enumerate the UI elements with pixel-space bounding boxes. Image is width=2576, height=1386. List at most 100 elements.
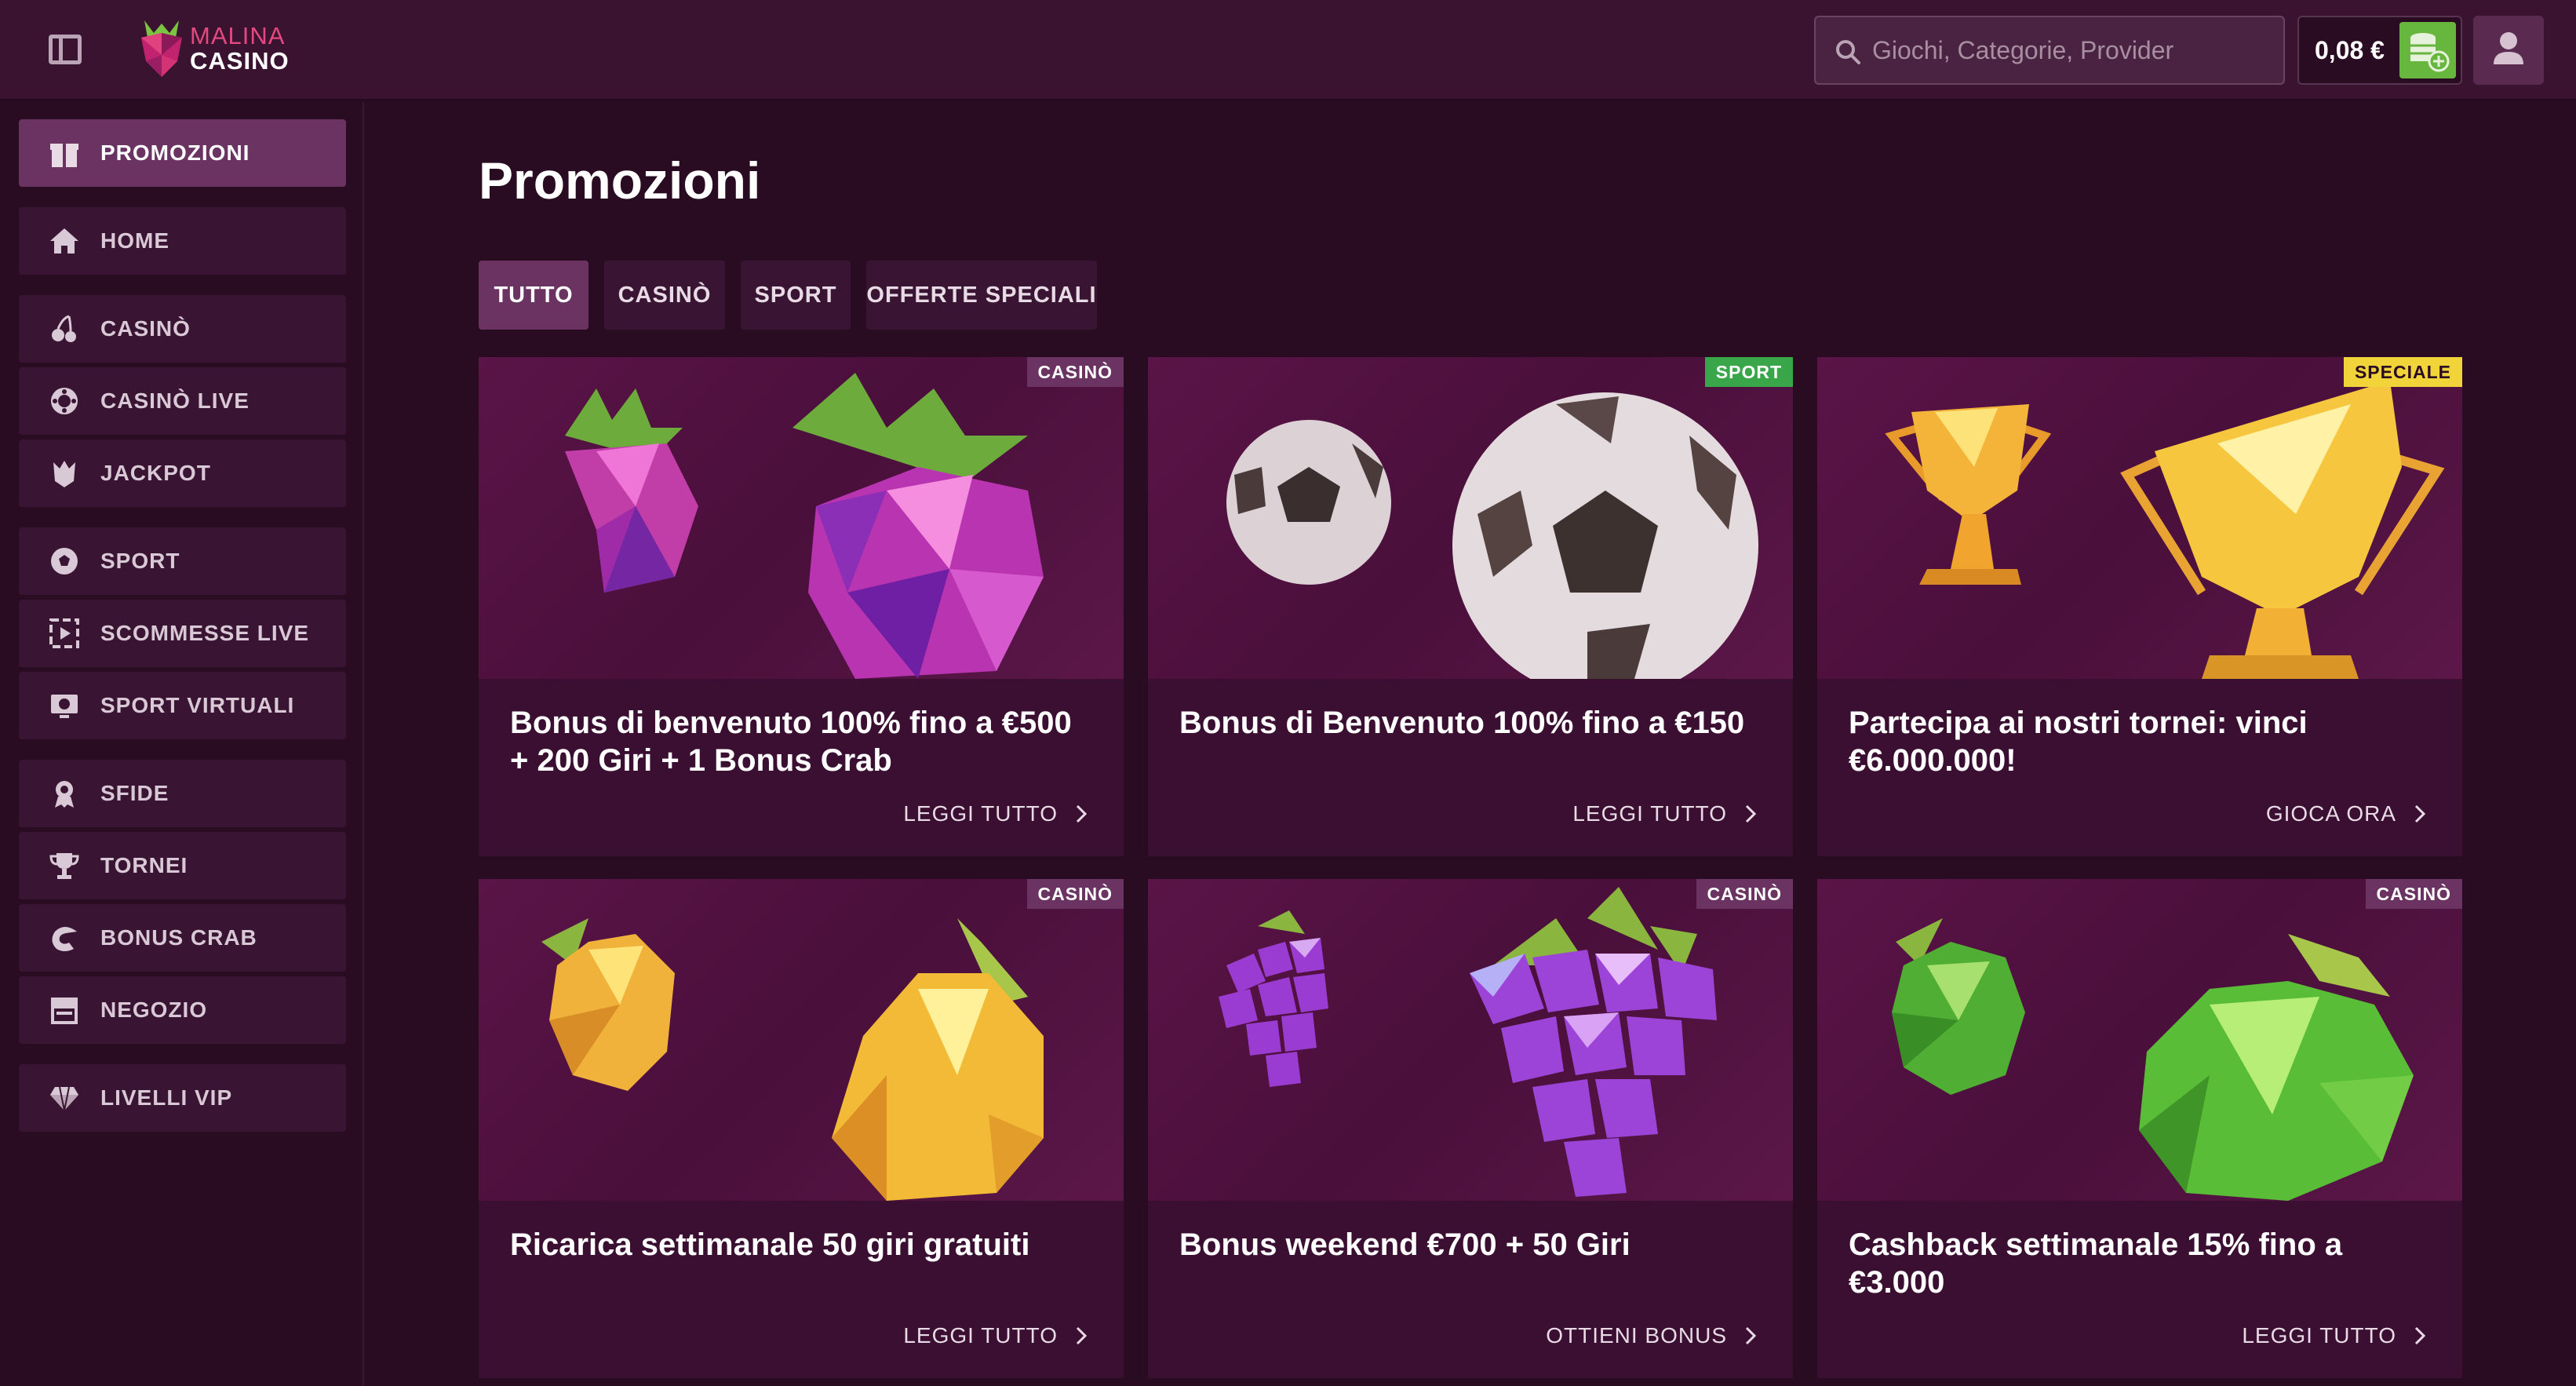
jackpot-icon bbox=[53, 461, 75, 487]
virtual-sports-icon bbox=[51, 695, 78, 718]
football-icon bbox=[1226, 392, 1758, 679]
sidebar-item-casino[interactable]: CASINÒ bbox=[19, 295, 346, 363]
promo-link[interactable]: LEGGI TUTTO bbox=[903, 1323, 1088, 1348]
promo-link[interactable]: LEGGI TUTTO bbox=[903, 801, 1088, 826]
promo-image: CASINÒ bbox=[479, 879, 1124, 1201]
chevron-right-icon bbox=[2414, 1326, 2426, 1345]
sidebar-item-casino-live[interactable]: CASINÒ LIVE bbox=[19, 367, 346, 435]
sidebar-item-livelli-vip[interactable]: LIVELLI VIP bbox=[19, 1064, 346, 1132]
logo-line1: MALINA bbox=[190, 22, 286, 49]
sidebar-item-label: SCOMMESSE LIVE bbox=[100, 621, 310, 645]
promo-link-label: LEGGI TUTTO bbox=[903, 1323, 1058, 1348]
promo-title: Bonus weekend €700 + 50 Giri bbox=[1179, 1227, 1630, 1262]
chip-icon bbox=[51, 388, 78, 414]
category-badge: CASINÒ bbox=[1026, 879, 1124, 909]
sidebar-item-sfide[interactable]: SFIDE bbox=[19, 760, 346, 827]
trophy-icon bbox=[49, 853, 79, 879]
promo-image: CASINÒ bbox=[1817, 879, 2462, 1201]
logo-text[interactable]: MALINA CASINO bbox=[190, 24, 290, 74]
promo-link[interactable]: LEGGI TUTTO bbox=[2242, 1323, 2426, 1348]
tab-tutto[interactable]: TUTTO bbox=[479, 261, 588, 330]
category-badge: CASINÒ bbox=[1026, 357, 1124, 387]
sidebar-item-home[interactable]: HOME bbox=[19, 207, 346, 275]
search-box[interactable] bbox=[1814, 16, 2285, 85]
diamond-icon bbox=[50, 1086, 78, 1111]
promo-card[interactable]: CASINÒ Ricarica settimanale 50 giri grat… bbox=[479, 879, 1124, 1378]
sidebar-item-label: BONUS CRAB bbox=[100, 925, 257, 950]
promo-image: CASINÒ bbox=[1148, 879, 1793, 1201]
category-badge: SPORT bbox=[1704, 357, 1793, 387]
sidebar-item-label: PROMOZIONI bbox=[100, 140, 250, 165]
balance-widget[interactable]: 0,08 € bbox=[2297, 16, 2462, 85]
sidebar-item-label: CASINÒ LIVE bbox=[100, 388, 250, 413]
sidebar-item-sport-virtuali[interactable]: SPORT VIRTUALI bbox=[19, 672, 346, 739]
promo-card[interactable]: SPORT Bonus di Benvenuto 100% fino a €15… bbox=[1148, 357, 1793, 856]
category-badge: CASINÒ bbox=[2365, 879, 2462, 909]
tab-offerte-speciali[interactable]: OFFERTE SPECIALI bbox=[866, 261, 1097, 330]
sidebar-toggle-icon[interactable] bbox=[49, 35, 82, 64]
chevron-right-icon bbox=[1076, 804, 1088, 823]
balance-value: 0,08 € bbox=[2315, 36, 2385, 64]
promo-link[interactable]: GIOCA ORA bbox=[2266, 801, 2426, 826]
chevron-right-icon bbox=[2414, 804, 2426, 823]
home-icon bbox=[50, 228, 78, 253]
promo-link[interactable]: OTTIENI BONUS bbox=[1546, 1323, 1757, 1348]
promo-link[interactable]: LEGGI TUTTO bbox=[1572, 801, 1757, 826]
top-bar: MALINA CASINO 0,08 € bbox=[0, 0, 2576, 100]
sidebar-item-label: NEGOZIO bbox=[100, 998, 208, 1022]
logo-line2: CASINO bbox=[190, 47, 290, 75]
user-icon bbox=[2494, 32, 2523, 64]
lemon-icon bbox=[541, 918, 1044, 1201]
sidebar-item-scommesse-live[interactable]: SCOMMESSE LIVE bbox=[19, 600, 346, 667]
search-icon bbox=[1836, 40, 1860, 64]
tab-casino[interactable]: CASINÒ bbox=[604, 261, 725, 330]
promo-card[interactable]: CASINÒ Bonus di benvenuto 100% fino a €5… bbox=[479, 357, 1124, 856]
promo-link-label: OTTIENI BONUS bbox=[1546, 1323, 1727, 1348]
crab-icon bbox=[52, 927, 77, 951]
sidebar-item-bonus-crab[interactable]: BONUS CRAB bbox=[19, 904, 346, 972]
chevron-right-icon bbox=[1076, 1326, 1088, 1345]
raspberry-logo-icon[interactable] bbox=[130, 19, 193, 78]
category-badge: SPECIALE bbox=[2343, 357, 2462, 387]
promo-link-label: LEGGI TUTTO bbox=[1572, 801, 1727, 826]
promo-title: Cashback settimanale 15% fino a €3.000 bbox=[1849, 1227, 2343, 1300]
user-account-button[interactable] bbox=[2473, 16, 2544, 85]
page-title: Promozioni bbox=[479, 151, 761, 210]
promo-link-label: LEGGI TUTTO bbox=[903, 801, 1058, 826]
sidebar-item-label: LIVELLI VIP bbox=[100, 1085, 233, 1110]
cherries-icon bbox=[52, 315, 76, 342]
promo-image: SPECIALE bbox=[1817, 357, 2462, 679]
promo-card[interactable]: CASINÒ Cashback settimanale 15% fino a €… bbox=[1817, 879, 2462, 1378]
sidebar-item-label: SFIDE bbox=[100, 781, 169, 805]
sidebar-item-label: SPORT bbox=[100, 549, 180, 573]
deposit-button[interactable] bbox=[2399, 22, 2456, 78]
sidebar-item-tornei[interactable]: TORNEI bbox=[19, 832, 346, 899]
promo-image: CASINÒ bbox=[479, 357, 1124, 679]
shop-icon bbox=[51, 998, 78, 1024]
sidebar-item-label: JACKPOT bbox=[100, 461, 211, 485]
search-input[interactable] bbox=[1872, 17, 2264, 83]
tab-sport[interactable]: SPORT bbox=[741, 261, 851, 330]
promo-title: Bonus di benvenuto 100% fino a €500 + 20… bbox=[510, 706, 1072, 778]
sidebar-item-label: SPORT VIRTUALI bbox=[100, 693, 295, 717]
sidebar: PROMOZIONI HOME CASINÒ CASINÒ LIVE JACKP… bbox=[0, 102, 364, 1386]
sidebar-item-promozioni[interactable]: PROMOZIONI bbox=[19, 119, 346, 187]
promo-title: Bonus di Benvenuto 100% fino a €150 bbox=[1179, 706, 1745, 740]
promo-title: Partecipa ai nostri tornei: vinci €6.000… bbox=[1849, 706, 2308, 778]
sidebar-item-jackpot[interactable]: JACKPOT bbox=[19, 440, 346, 507]
grapes-icon bbox=[1219, 887, 1717, 1197]
football-icon bbox=[51, 548, 78, 574]
promo-image: SPORT bbox=[1148, 357, 1793, 679]
promo-title: Ricarica settimanale 50 giri gratuiti bbox=[510, 1227, 1030, 1262]
sidebar-item-negozio[interactable]: NEGOZIO bbox=[19, 976, 346, 1044]
promo-link-label: LEGGI TUTTO bbox=[2242, 1323, 2396, 1348]
promo-card[interactable]: SPECIALE Partecipa ai nostri tornei: vin… bbox=[1817, 357, 2462, 856]
apple-icon bbox=[1892, 918, 2414, 1201]
sidebar-item-label: HOME bbox=[100, 228, 169, 253]
category-badge: CASINÒ bbox=[1696, 879, 1793, 909]
sidebar-item-sport[interactable]: SPORT bbox=[19, 527, 346, 595]
live-bets-icon bbox=[49, 618, 79, 648]
coins-plus-icon bbox=[2410, 33, 2450, 72]
promo-card[interactable]: CASINÒ Bonus weekend €700 + 50 Giri OTTI… bbox=[1148, 879, 1793, 1378]
chevron-right-icon bbox=[1745, 804, 1757, 823]
